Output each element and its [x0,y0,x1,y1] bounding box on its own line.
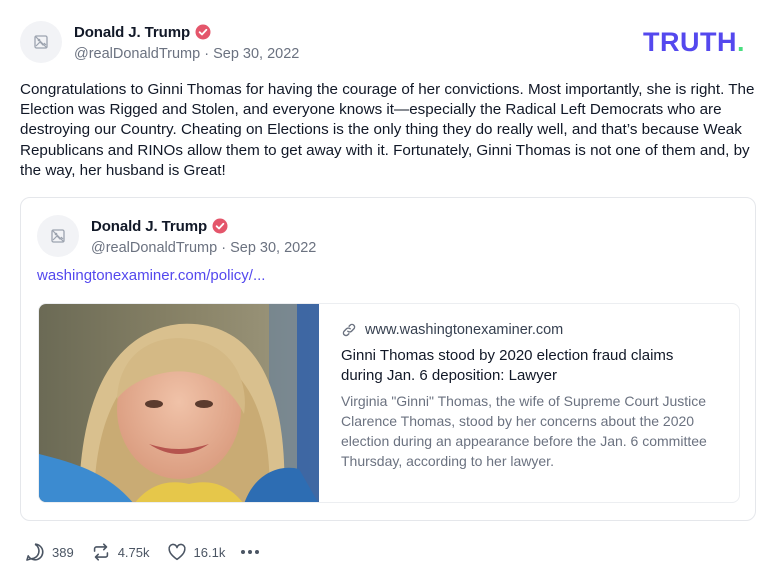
quoted-author-handle[interactable]: @realDonaldTrump [91,240,217,256]
logo-dot: . [736,27,745,57]
logo-text: TRUTH [643,27,737,57]
link-preview-title: Ginni Thomas stood by 2020 election frau… [341,347,674,384]
like-count: 16.1k [193,544,226,560]
verified-badge-icon [195,24,211,40]
more-dot [248,550,253,554]
image-placeholder-icon [51,229,65,243]
link-preview-description: Virginia "Ginni" Thomas, the wife of Sup… [341,393,707,469]
retruth-count: 4.75k [117,544,150,560]
reply-count: 389 [52,544,74,560]
quoted-link[interactable]: washingtonexaminer.com/policy/... [37,267,265,284]
post-actions: 389 4.75k 16.1k [24,540,260,564]
retruth-icon [93,543,108,561]
more-dot [255,550,260,554]
article-photo [39,304,319,502]
author-name[interactable]: Donald J. Trump [74,24,190,41]
link-preview-body: www.washingtonexaminer.com Ginni Thomas … [319,304,739,502]
more-icon[interactable] [241,541,260,563]
link-preview-card[interactable]: www.washingtonexaminer.com Ginni Thomas … [38,303,740,503]
meta-separator: · [204,46,214,62]
quoted-author-name[interactable]: Donald J. Trump [91,218,207,235]
reply-icon [26,543,44,561]
truth-logo[interactable]: TRUTH. [643,27,745,58]
truth-post: Donald J. Trump @realDonaldTrump · Sep 3… [0,0,777,583]
quoted-author-meta: @realDonaldTrump · Sep 30, 2022 [91,240,316,256]
reply-button[interactable]: 389 [24,541,74,563]
heart-icon [167,543,186,561]
author-meta: @realDonaldTrump · Sep 30, 2022 [74,46,299,62]
quoted-avatar[interactable] [37,215,79,257]
post-date[interactable]: Sep 30, 2022 [213,46,299,62]
quoted-post-date[interactable]: Sep 30, 2022 [230,240,316,256]
link-preview-image[interactable] [39,304,319,502]
quoted-author-info: Donald J. Trump @realDonaldTrump · Sep 3… [91,216,316,257]
author-info: Donald J. Trump @realDonaldTrump · Sep 3… [74,22,299,63]
avatar[interactable] [20,21,62,63]
link-icon [342,323,356,337]
quoted-header: Donald J. Trump @realDonaldTrump · Sep 3… [37,215,316,257]
image-placeholder-icon [34,35,48,49]
verified-badge-icon [212,218,228,234]
quoted-post[interactable]: Donald J. Trump @realDonaldTrump · Sep 3… [20,197,756,521]
meta-separator: · [221,240,231,256]
retruth-button[interactable]: 4.75k [90,541,150,563]
link-preview-domain-row: www.washingtonexaminer.com [341,320,717,340]
like-button[interactable]: 16.1k [166,541,226,563]
more-dot [241,550,246,554]
post-text: Congratulations to Ginni Thomas for havi… [20,81,755,179]
author-handle[interactable]: @realDonaldTrump [74,46,200,62]
post-header: Donald J. Trump @realDonaldTrump · Sep 3… [20,20,299,64]
link-preview-domain: www.washingtonexaminer.com [365,322,564,338]
